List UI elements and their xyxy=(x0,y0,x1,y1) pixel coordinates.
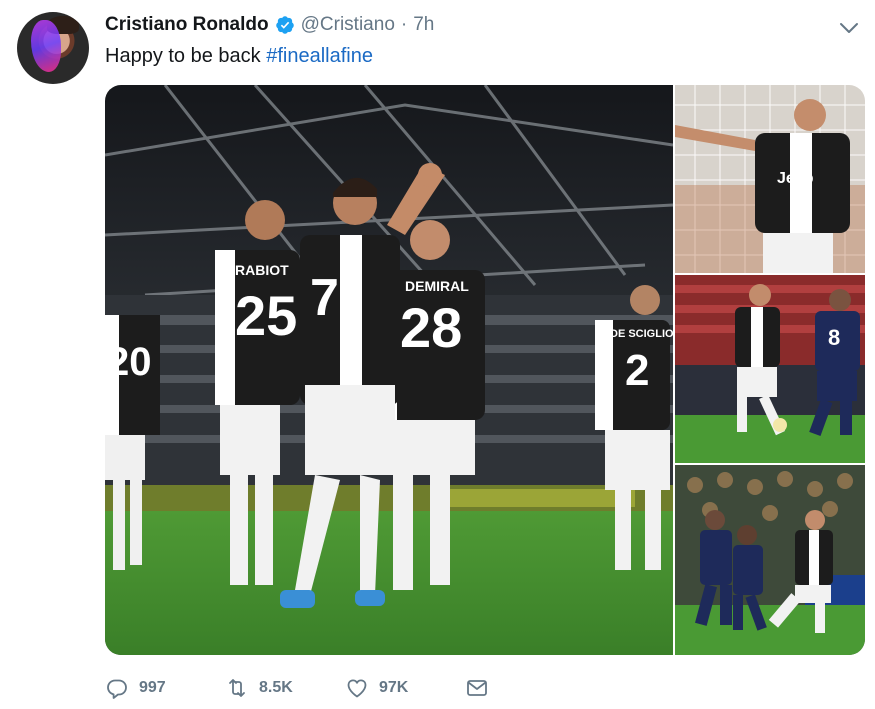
tweet-header: Cristiano Ronaldo @Cristiano · 7h xyxy=(105,14,434,36)
retweet-button[interactable]: 8.5K xyxy=(225,676,345,700)
separator-dot: · xyxy=(400,14,408,35)
retweet-icon xyxy=(229,679,245,697)
jersey-number-25: 25 xyxy=(235,284,297,347)
reply-count: 997 xyxy=(139,679,166,696)
author-handle[interactable]: @Cristiano xyxy=(301,14,395,36)
photo-match-action[interactable] xyxy=(675,465,865,655)
like-count: 97K xyxy=(379,679,409,696)
timestamp[interactable]: 7h xyxy=(413,14,434,36)
jersey-name-rabiot: RABIOT xyxy=(235,262,289,278)
like-icon xyxy=(347,679,367,698)
tweet-text-body: Happy to be back xyxy=(105,45,267,67)
reply-icon xyxy=(107,679,127,699)
photo-dribble-scene: 8 xyxy=(675,275,865,463)
photo-match-action-scene xyxy=(675,465,865,655)
tweet-text: Happy to be back #fineallafine xyxy=(105,45,373,68)
opponent-jersey-number: 8 xyxy=(828,325,840,350)
direct-message-icon xyxy=(467,680,487,696)
hashtag-link[interactable]: #fineallafine xyxy=(266,45,373,67)
media-grid: 20 RABIOT 25 DE SCIGLIO 2 DEMIRAL 28 7 J… xyxy=(105,85,865,655)
tweet-actions: 997 8.5K 97K xyxy=(105,676,489,700)
like-button[interactable]: 97K xyxy=(345,676,465,700)
jersey-name-demiral: DEMIRAL xyxy=(405,278,469,294)
photo-celebration[interactable]: 20 RABIOT 25 DE SCIGLIO 2 DEMIRAL 28 7 xyxy=(105,85,673,655)
retweet-count: 8.5K xyxy=(259,679,293,696)
jersey-number-2: 2 xyxy=(625,346,649,395)
jersey-number-7: 7 xyxy=(310,269,339,327)
photo-dribble[interactable]: 8 xyxy=(675,275,865,463)
avatar[interactable] xyxy=(17,12,89,84)
direct-message-button[interactable] xyxy=(465,676,489,700)
photo-celebration-scene: 20 RABIOT 25 DE SCIGLIO 2 DEMIRAL 28 7 xyxy=(105,85,673,655)
jersey-name-desciglio: DE SCIGLIO xyxy=(610,328,673,340)
avatar-paint xyxy=(31,20,61,72)
jersey-number-28: 28 xyxy=(400,296,462,359)
photo-goal-celebration[interactable]: Jeep xyxy=(675,85,865,273)
reply-button[interactable]: 997 xyxy=(105,676,225,700)
jersey-number-20: 20 xyxy=(107,340,152,384)
photo-goal-celebration-scene: Jeep xyxy=(675,85,865,273)
tweet[interactable]: Cristiano Ronaldo @Cristiano · 7h Happy … xyxy=(0,0,875,709)
author-name[interactable]: Cristiano Ronaldo xyxy=(105,14,269,36)
chevron-down-icon[interactable] xyxy=(837,16,861,40)
verified-badge-icon xyxy=(275,16,294,34)
jersey-sponsor: Jeep xyxy=(777,170,814,187)
